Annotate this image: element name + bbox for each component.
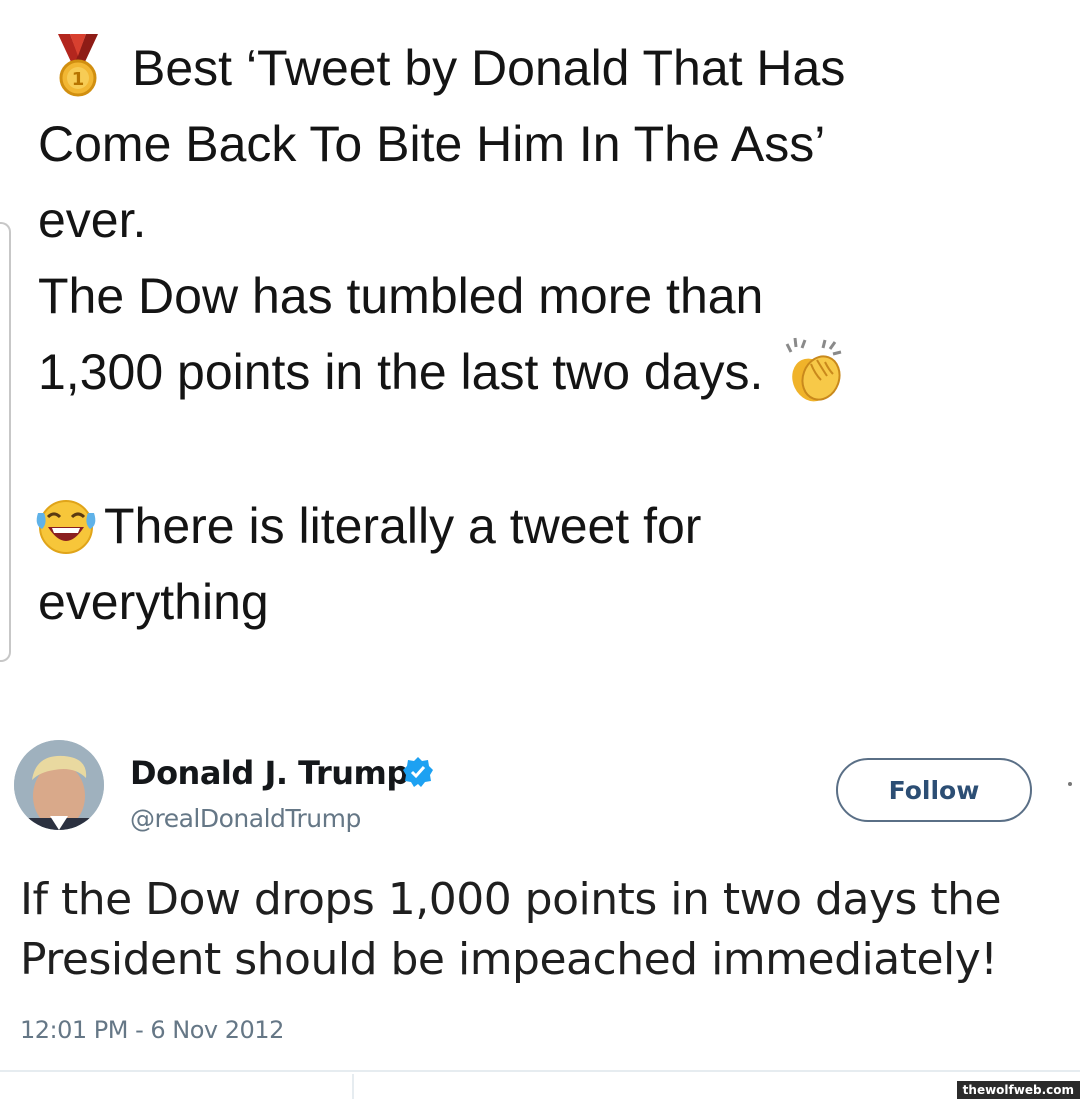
tweet-divider-tick bbox=[352, 1074, 354, 1099]
caption-line-5: 1,300 points in the last two days. bbox=[38, 334, 1058, 410]
verified-badge-icon bbox=[403, 757, 433, 787]
avatar-image bbox=[14, 740, 104, 830]
medal-number: 1 bbox=[72, 69, 85, 90]
medal-icon: 1 bbox=[58, 33, 98, 97]
tweet-text-line-1: If the Dow drops 1,000 points in two day… bbox=[20, 874, 1002, 925]
post-left-rail bbox=[0, 222, 11, 662]
follow-button[interactable]: Follow bbox=[836, 758, 1032, 822]
caption-text-1: Best ‘Tweet by Donald That Has bbox=[132, 40, 846, 96]
avatar[interactable] bbox=[14, 740, 104, 830]
display-name[interactable]: Donald J. Trump bbox=[130, 754, 409, 792]
caption-line-2: Come Back To Bite Him In The Ass’ bbox=[38, 116, 826, 172]
caption-line-6: There is literally a tweet for bbox=[36, 488, 1058, 564]
caption-line-1: 1 Best ‘Tweet by Donald That Has bbox=[38, 30, 1058, 106]
caption-line-3: ever. bbox=[38, 192, 147, 248]
clapping-hands-icon bbox=[786, 337, 842, 402]
more-options-icon[interactable] bbox=[1068, 782, 1072, 786]
watermark: thewolfweb.com bbox=[956, 1081, 1080, 1099]
post-caption: 1 Best ‘Tweet by Donald That Has Come Ba… bbox=[36, 30, 1058, 640]
tweet-divider bbox=[0, 1070, 1080, 1072]
caption-text-6: There is literally a tweet for bbox=[104, 498, 702, 554]
caption-line-4: The Dow has tumbled more than bbox=[38, 268, 764, 324]
tweet-timestamp[interactable]: 12:01 PM - 6 Nov 2012 bbox=[20, 1016, 284, 1044]
user-handle[interactable]: @realDonaldTrump bbox=[130, 804, 361, 833]
embedded-tweet: Donald J. Trump @realDonaldTrump Follow … bbox=[0, 730, 1080, 1099]
tweet-text-line-2: President should be impeached immediatel… bbox=[20, 934, 998, 985]
caption-line-7: everything bbox=[38, 574, 269, 630]
tweet-text: If the Dow drops 1,000 points in two day… bbox=[20, 870, 1080, 990]
tears-of-joy-icon bbox=[36, 499, 96, 554]
caption-text-5: 1,300 points in the last two days. bbox=[38, 344, 764, 400]
